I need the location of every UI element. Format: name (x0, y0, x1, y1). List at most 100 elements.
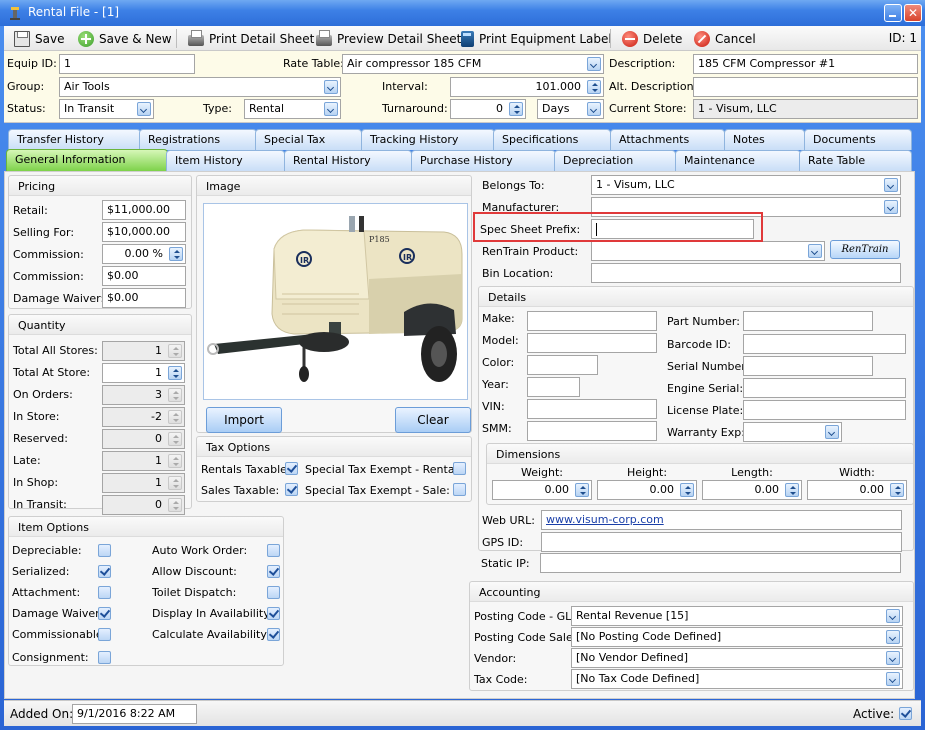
rentals-taxable-checkbox[interactable] (285, 462, 298, 475)
item-option-checkbox[interactable] (267, 586, 280, 599)
item-option-checkbox[interactable] (98, 565, 111, 578)
chevron-down-icon[interactable] (587, 102, 601, 116)
tab-registrations[interactable]: Registrations (139, 129, 257, 150)
minimize-button[interactable] (884, 4, 902, 22)
sales-taxable-checkbox[interactable] (285, 483, 298, 496)
interval-stepper[interactable]: 101.000 (450, 77, 604, 97)
accounting-select[interactable]: [No Tax Code Defined] (571, 669, 903, 689)
tab-notes[interactable]: Notes (724, 129, 805, 150)
detail-field[interactable] (743, 400, 906, 420)
item-option-checkbox[interactable] (267, 628, 280, 641)
dimension-stepper[interactable]: 0.00 (597, 480, 697, 500)
delete-button[interactable]: Delete (622, 29, 682, 48)
spinner-icon[interactable] (890, 483, 904, 497)
rentrain-button[interactable]: RenTrain (830, 240, 900, 259)
tab-rental-history[interactable]: Rental History (284, 150, 412, 171)
type-select[interactable]: Rental (244, 99, 341, 119)
item-option-checkbox[interactable] (98, 544, 111, 557)
spinner-icon[interactable] (680, 483, 694, 497)
chevron-down-icon[interactable] (137, 102, 151, 116)
spinner-icon[interactable] (785, 483, 799, 497)
chevron-down-icon[interactable] (324, 80, 338, 94)
status-select[interactable]: In Transit (59, 99, 154, 119)
detail-field[interactable] (743, 378, 906, 398)
web-url-field[interactable]: www.visum-corp.com (541, 510, 902, 530)
turnaround-unit-select[interactable]: Days (537, 99, 604, 119)
chevron-down-icon[interactable] (886, 651, 900, 665)
damage-waiver-field[interactable]: $0.00 (102, 288, 186, 308)
print-detail-sheet-button[interactable]: Print Detail Sheet (188, 29, 314, 48)
turnaround-stepper[interactable]: 0 (450, 99, 526, 119)
tab-special-tax[interactable]: Special Tax (255, 129, 362, 150)
special-tax-exempt-sale-checkbox[interactable] (453, 483, 466, 496)
retail-field[interactable]: $11,000.00 (102, 200, 186, 220)
quantity-stepper[interactable]: 1 (102, 363, 185, 383)
tab-general-information[interactable]: General Information (6, 149, 168, 171)
item-option-checkbox[interactable] (98, 607, 111, 620)
tab-maintenance[interactable]: Maintenance (675, 150, 801, 171)
accounting-select[interactable]: [No Posting Code Defined] (571, 627, 903, 647)
belongs-to-select[interactable]: 1 - Visum, LLC (591, 175, 901, 195)
preview-detail-sheet-button[interactable]: Preview Detail Sheet (316, 29, 461, 48)
chevron-down-icon[interactable] (886, 609, 900, 623)
print-equipment-label-button[interactable]: Print Equipment Label (461, 29, 612, 48)
selling-for-field[interactable]: $10,000.00 (102, 222, 186, 242)
rentrain-product-select[interactable] (591, 241, 825, 261)
tab-documents[interactable]: Documents (804, 129, 912, 150)
chevron-down-icon[interactable] (884, 200, 898, 214)
chevron-down-icon[interactable] (886, 672, 900, 686)
tab-transfer-history[interactable]: Transfer History (8, 129, 141, 150)
spinner-icon[interactable] (575, 483, 589, 497)
special-tax-exempt-rentals-checkbox[interactable] (453, 462, 466, 475)
detail-field[interactable] (527, 311, 657, 331)
spinner-icon[interactable] (587, 80, 601, 94)
dimension-stepper[interactable]: 0.00 (807, 480, 907, 500)
detail-field[interactable] (527, 333, 657, 353)
item-option-checkbox[interactable] (98, 586, 111, 599)
item-option-checkbox[interactable] (267, 544, 280, 557)
chevron-down-icon[interactable] (808, 244, 822, 258)
commission-field[interactable]: $0.00 (102, 266, 186, 286)
detail-field[interactable] (743, 356, 873, 376)
equip-id-field[interactable]: 1 (59, 54, 195, 74)
detail-field[interactable] (743, 422, 842, 442)
active-checkbox[interactable] (899, 707, 912, 720)
item-option-checkbox[interactable] (267, 607, 280, 620)
group-select[interactable]: Air Tools (59, 77, 341, 97)
tab-purchase-history[interactable]: Purchase History (411, 150, 556, 171)
detail-field[interactable] (527, 399, 657, 419)
detail-field[interactable] (743, 334, 906, 354)
chevron-down-icon[interactable] (886, 630, 900, 644)
cancel-button[interactable]: Cancel (694, 29, 756, 48)
bin-location-field[interactable] (591, 263, 901, 283)
chevron-down-icon[interactable] (324, 102, 338, 116)
spinner-icon[interactable] (168, 366, 182, 380)
description-field[interactable]: 185 CFM Compressor #1 (693, 54, 918, 74)
dimension-stepper[interactable]: 0.00 (492, 480, 592, 500)
detail-field[interactable] (527, 421, 657, 441)
tab-item-history[interactable]: Item History (166, 150, 285, 171)
accounting-select[interactable]: Rental Revenue [15] (571, 606, 903, 626)
alt-description-field[interactable] (693, 77, 918, 97)
spinner-icon[interactable] (169, 247, 183, 261)
tab-rate-table[interactable]: Rate Table (799, 150, 912, 171)
import-image-button[interactable]: Import (206, 407, 282, 433)
accounting-select[interactable]: [No Vendor Defined] (571, 648, 903, 668)
dimension-stepper[interactable]: 0.00 (702, 480, 802, 500)
chevron-down-icon[interactable] (587, 57, 601, 71)
static-ip-field[interactable] (540, 553, 901, 573)
gps-id-field[interactable] (541, 532, 902, 552)
tab-depreciation[interactable]: Depreciation (554, 150, 676, 171)
rate-table-select[interactable]: Air compressor 185 CFM (342, 54, 604, 74)
detail-field[interactable] (743, 311, 873, 331)
chevron-down-icon[interactable] (825, 425, 839, 439)
chevron-down-icon[interactable] (884, 178, 898, 192)
item-option-checkbox[interactable] (267, 565, 280, 578)
web-url-link[interactable]: www.visum-corp.com (546, 513, 664, 526)
tab-specifications[interactable]: Specifications (493, 129, 611, 150)
close-button[interactable]: ✕ (904, 4, 922, 22)
spinner-icon[interactable] (509, 102, 523, 116)
detail-field[interactable] (527, 377, 580, 397)
commission-percent-stepper[interactable]: 0.00 % (102, 244, 186, 264)
clear-image-button[interactable]: Clear (395, 407, 471, 433)
